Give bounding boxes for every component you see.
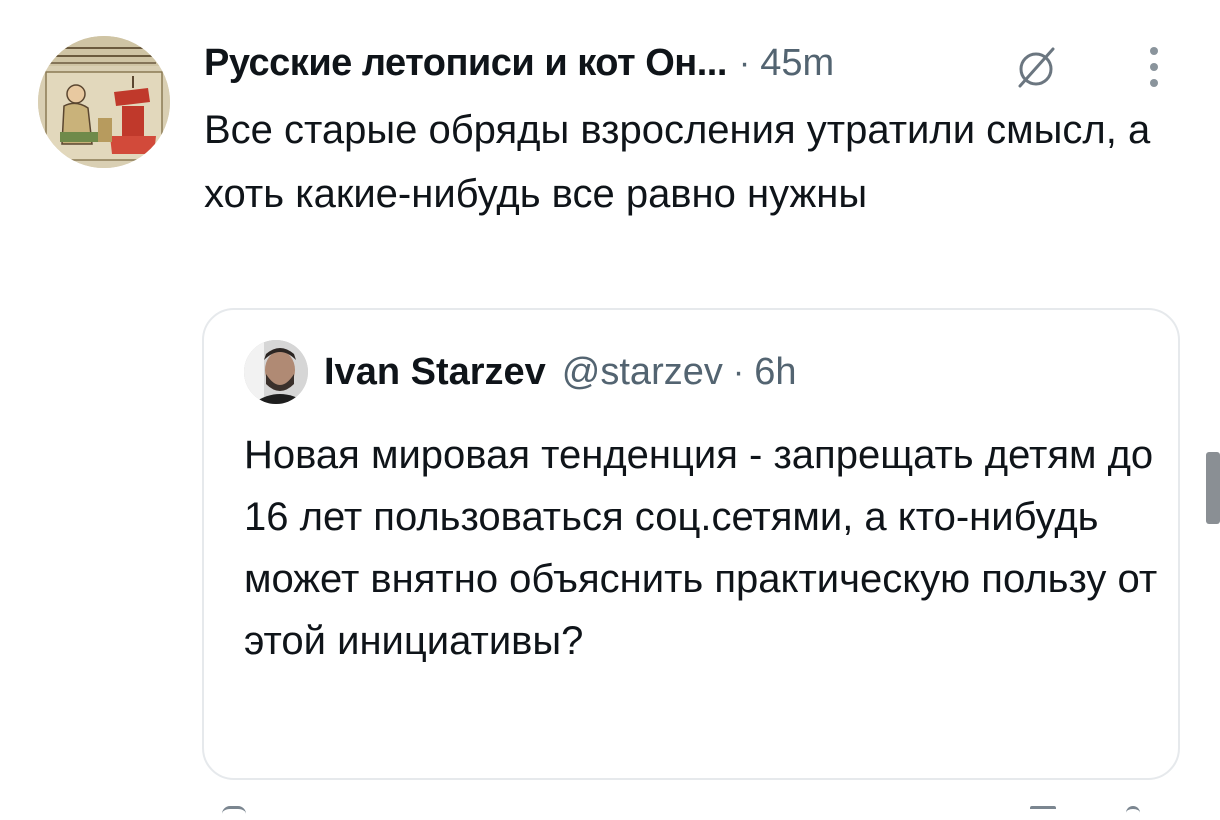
post-time[interactable]: 45m [760,42,834,85]
quoted-post-time[interactable]: 6h [754,351,796,394]
quoted-author-name[interactable]: Ivan Starzev [324,351,546,394]
quoted-author-avatar[interactable] [244,340,308,404]
scrollbar-thumb[interactable] [1206,452,1220,524]
quoted-post-text: Новая мировая тенденция - запрещать детя… [244,433,1158,663]
reply-icon[interactable] [222,806,246,820]
header-separator: · [738,43,751,82]
author-name[interactable]: Русские летописи и кот Он... [204,42,727,85]
person-photo-icon [244,340,308,404]
share-icon[interactable] [1126,806,1140,820]
grok-icon[interactable] [1012,44,1060,92]
post[interactable]: Русские летописи и кот Он... · 45m Все с… [0,0,1220,820]
bookmark-icon[interactable] [1030,806,1056,820]
manuscript-miniature-icon [38,36,170,168]
post-text: Все старые обряды взросления утратили см… [204,108,1151,216]
quoted-header-separator: · [732,352,745,391]
more-options-icon[interactable] [1140,42,1168,94]
post-header: Русские летописи и кот Он... · 45m [204,38,834,88]
author-avatar[interactable] [38,36,170,168]
quoted-author-handle[interactable]: @starzev [562,351,723,394]
quoted-post[interactable]: Ivan Starzev @starzev · 6h Новая мировая… [202,308,1180,780]
quoted-header: Ivan Starzev @starzev · 6h [324,348,796,396]
